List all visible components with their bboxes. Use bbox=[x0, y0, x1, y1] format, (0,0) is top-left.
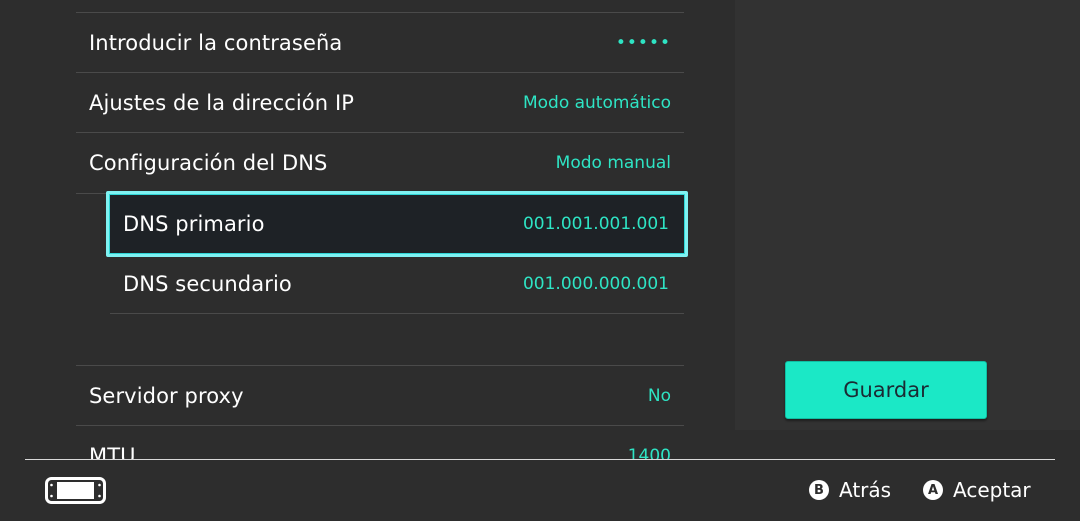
password-label: Introducir la contraseña bbox=[89, 31, 343, 55]
settings-list: Introducir la contraseña ••••• Ajustes d… bbox=[0, 0, 700, 460]
mtu-label: MTU bbox=[89, 444, 136, 460]
mtu-row[interactable]: MTU 1400 bbox=[76, 426, 684, 460]
b-button-icon: B bbox=[809, 480, 829, 500]
ip-settings-value: Modo automático bbox=[522, 93, 671, 113]
password-value: ••••• bbox=[615, 33, 671, 53]
ip-settings-label: Ajustes de la dirección IP bbox=[89, 91, 354, 115]
mtu-value: 1400 bbox=[627, 446, 671, 460]
save-button[interactable]: Guardar bbox=[785, 361, 987, 419]
dns-secondary-value: 001.000.000.001 bbox=[522, 274, 669, 294]
dns-settings-row[interactable]: Configuración del DNS Modo manual bbox=[76, 133, 684, 193]
footer-divider bbox=[25, 459, 1055, 460]
dns-secondary-label: DNS secundario bbox=[123, 272, 292, 296]
proxy-label: Servidor proxy bbox=[89, 384, 244, 408]
ip-settings-row[interactable]: Ajustes de la dirección IP Modo automáti… bbox=[76, 73, 684, 133]
dns-primary-value: 001.001.001.001 bbox=[522, 214, 669, 234]
dns-settings-label: Configuración del DNS bbox=[89, 151, 328, 175]
dns-primary-label: DNS primario bbox=[123, 212, 265, 236]
password-row[interactable]: Introducir la contraseña ••••• bbox=[76, 13, 684, 73]
dns-settings-value: Modo manual bbox=[555, 153, 671, 173]
dns-secondary-row[interactable]: DNS secundario 001.000.000.001 bbox=[110, 254, 684, 314]
divider bbox=[110, 313, 684, 314]
accept-button[interactable]: A Aceptar bbox=[923, 478, 1031, 502]
dns-primary-row[interactable]: DNS primario 001.001.001.001 bbox=[106, 191, 688, 257]
back-button[interactable]: B Atrás bbox=[809, 478, 891, 502]
proxy-value: No bbox=[647, 386, 671, 406]
back-label: Atrás bbox=[839, 478, 892, 502]
console-handheld-icon bbox=[45, 477, 106, 504]
accept-label: Aceptar bbox=[953, 478, 1031, 502]
proxy-row[interactable]: Servidor proxy No bbox=[76, 366, 684, 426]
a-button-icon: A bbox=[923, 480, 943, 500]
